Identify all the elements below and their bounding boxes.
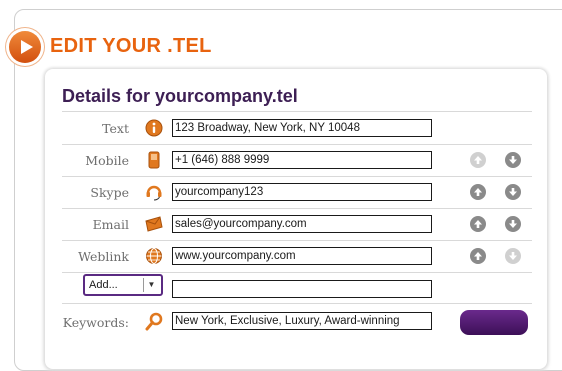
info-icon (144, 118, 164, 138)
weblink-field[interactable]: www.yourcompany.com (172, 247, 432, 265)
divider (62, 272, 532, 273)
skype-label: Skype (90, 185, 129, 200)
divider (62, 176, 532, 177)
email-label: Email (92, 217, 129, 232)
add-select-value: Add... (89, 279, 118, 291)
text-label: Text (102, 121, 129, 136)
email-field[interactable]: sales@yourcompany.com (172, 215, 432, 233)
play-arrow-icon (9, 31, 41, 63)
move-up-button[interactable] (470, 248, 486, 264)
mobile-label: Mobile (85, 153, 129, 168)
move-up-button[interactable] (470, 184, 486, 200)
move-down-button[interactable] (505, 248, 521, 264)
globe-icon (144, 246, 164, 266)
magnifier-icon (144, 312, 164, 332)
weblink-label: Weblink (78, 249, 129, 264)
save-button[interactable] (460, 310, 528, 335)
move-down-button[interactable] (505, 184, 521, 200)
move-down-button[interactable] (505, 216, 521, 232)
move-up-button[interactable] (470, 152, 486, 168)
divider (62, 144, 532, 145)
keywords-label: Keywords: (62, 315, 129, 330)
divider (62, 208, 532, 209)
add-record-field[interactable] (172, 280, 432, 298)
page-title: EDIT YOUR .TEL (50, 35, 212, 57)
move-up-button[interactable] (470, 216, 486, 232)
move-down-button[interactable] (505, 152, 521, 168)
envelope-icon (144, 214, 164, 234)
mobile-phone-icon (144, 150, 164, 170)
divider (62, 111, 532, 112)
details-title: Details for yourcompany.tel (62, 86, 298, 106)
mobile-field[interactable]: +1 (646) 888 9999 (172, 151, 432, 169)
text-field[interactable]: 123 Broadway, New York, NY 10048 (172, 119, 432, 137)
skype-field[interactable]: yourcompany123 (172, 183, 432, 201)
skype-headset-icon (144, 182, 164, 202)
chevron-down-icon[interactable]: ▼ (143, 278, 159, 292)
details-card: Details for yourcompany.tel Text 123 Bro… (45, 69, 547, 369)
divider (62, 303, 532, 304)
keywords-field[interactable]: New York, Exclusive, Luxury, Award-winni… (172, 312, 432, 330)
divider (62, 240, 532, 241)
add-record-select[interactable]: Add... ▼ (83, 274, 163, 296)
